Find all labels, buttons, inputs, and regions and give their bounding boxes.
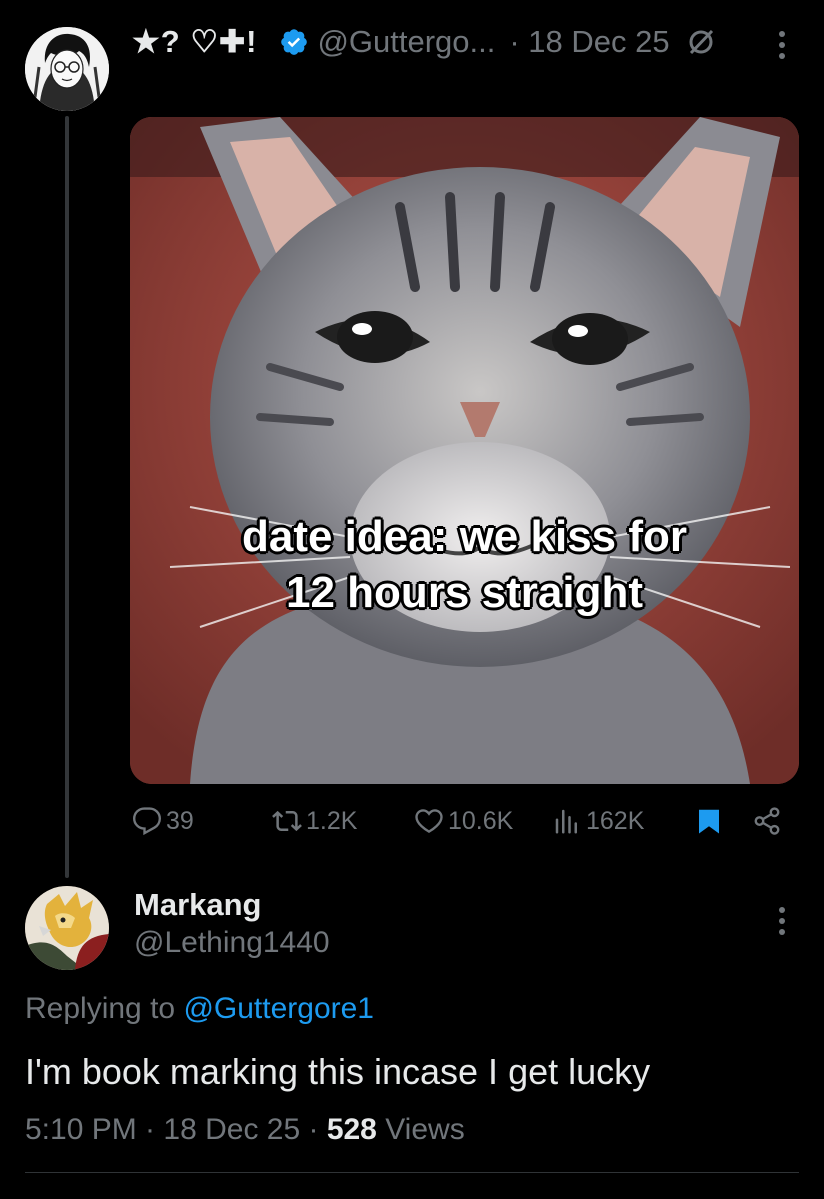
views-button[interactable]: 162K xyxy=(552,806,644,836)
author-avatar-image xyxy=(25,27,109,111)
author-display-name[interactable]: ★? ♡✚! xyxy=(132,24,257,60)
reply-views-label: Views xyxy=(385,1113,465,1146)
like-count: 10.6K xyxy=(448,806,514,835)
replying-to-handle-link[interactable]: @Guttergore1 xyxy=(183,992,374,1025)
reply-author-display-name[interactable]: Markang xyxy=(134,887,261,923)
media-caption-line-2: 12 hours straight xyxy=(286,568,643,617)
more-icon[interactable] xyxy=(770,904,794,938)
author-handle[interactable]: @Guttergo... xyxy=(317,24,495,60)
replying-to-prefix: Replying to xyxy=(25,992,176,1025)
verified-badge-icon xyxy=(279,27,309,57)
media-caption-line-1: date idea: we kiss for xyxy=(241,512,688,561)
reply-author-handle[interactable]: @Lething1440 xyxy=(134,926,330,960)
share-icon xyxy=(754,807,780,835)
like-icon xyxy=(415,809,443,833)
divider xyxy=(25,1172,799,1173)
reply-timestamp[interactable]: 5:10 PM · 18 Dec 25 · xyxy=(25,1113,318,1146)
retweet-icon xyxy=(272,810,302,832)
cat-photo xyxy=(130,117,799,784)
reply-button[interactable]: 39 xyxy=(132,806,194,836)
grok-icon[interactable] xyxy=(686,27,716,57)
share-button[interactable] xyxy=(752,806,786,836)
bookmark-button[interactable] xyxy=(694,806,728,836)
like-button[interactable]: 10.6K xyxy=(414,806,513,836)
replying-to-line: Replying to @Guttergore1 xyxy=(25,992,374,1026)
tweet-timestamp[interactable]: · 18 Dec 25 xyxy=(509,24,669,60)
reply-text: I'm book marking this incase I get lucky xyxy=(25,1051,651,1092)
tweet-header: ★? ♡✚! @Guttergo... · 18 Dec 25 xyxy=(132,22,716,62)
reply-count: 39 xyxy=(166,806,194,835)
views-icon xyxy=(555,809,577,834)
views-count: 162K xyxy=(586,806,645,835)
thread-connector-line xyxy=(65,116,69,878)
bookmark-icon xyxy=(699,809,719,834)
tweet-media-image[interactable]: date idea: we kiss for 12 hours straight xyxy=(130,117,799,784)
reply-author-avatar-image xyxy=(25,886,109,970)
reply-views-count: 528 xyxy=(326,1113,377,1146)
reply-metadata: 5:10 PM · 18 Dec 25 · 528 Views xyxy=(25,1113,465,1147)
reply-author-avatar[interactable] xyxy=(25,886,109,970)
repost-count: 1.2K xyxy=(306,806,358,835)
repost-button[interactable]: 1.2K xyxy=(272,806,357,836)
more-icon[interactable] xyxy=(770,28,794,62)
reply-icon xyxy=(132,807,162,836)
media-caption: date idea: we kiss for 12 hours straight xyxy=(130,509,799,621)
author-avatar[interactable] xyxy=(25,27,109,111)
